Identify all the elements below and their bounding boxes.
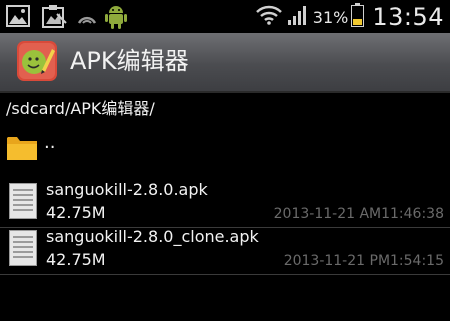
android-icon <box>105 3 127 33</box>
document-icon <box>9 183 37 223</box>
battery-icon <box>351 3 365 31</box>
parent-folder-label: .. <box>44 132 56 153</box>
file-name: sanguokill-2.8.0_clone.apk <box>46 227 259 246</box>
file-size: 42.75M <box>46 250 106 269</box>
screen: 31% 13:54 APK编辑器 /sdcard/APK编辑器/ .. sang… <box>0 0 450 321</box>
status-right: 31% 13:54 <box>255 2 444 32</box>
file-date: 2013-11-21 PM1:54:15 <box>283 253 444 269</box>
status-clock: 13:54 <box>372 3 444 31</box>
screenshot-icon <box>42 5 68 33</box>
document-icon <box>9 230 37 270</box>
current-path: /sdcard/APK编辑器/ <box>6 99 155 118</box>
app-title: APK编辑器 <box>70 47 189 75</box>
data-sync-icon <box>76 8 98 30</box>
signal-icon <box>287 5 308 29</box>
status-bar: 31% 13:54 <box>0 0 450 33</box>
folder-icon <box>6 133 38 165</box>
parent-folder-row[interactable]: .. <box>0 125 450 171</box>
app-logo-icon[interactable] <box>16 40 58 82</box>
file-date: 2013-11-21 AM11:46:38 <box>273 206 444 222</box>
file-size: 42.75M <box>46 203 106 222</box>
battery-percent: 31% <box>312 7 349 27</box>
title-bar: APK编辑器 <box>0 33 450 93</box>
file-name: sanguokill-2.8.0.apk <box>46 180 208 199</box>
file-row[interactable]: sanguokill-2.8.0.apk 42.75M 2013-11-21 A… <box>0 177 450 228</box>
file-row[interactable]: sanguokill-2.8.0_clone.apk 42.75M 2013-1… <box>0 224 450 275</box>
gallery-icon <box>6 5 30 31</box>
wifi-icon <box>255 5 282 29</box>
